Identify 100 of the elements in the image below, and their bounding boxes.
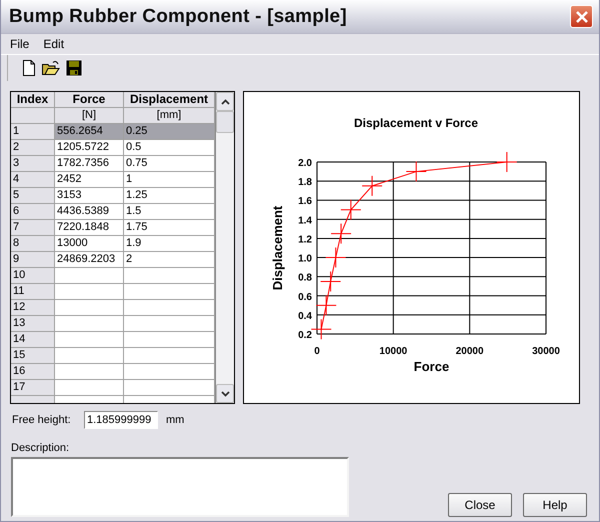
x-tick-label: 0 [314,346,320,357]
data-point [316,294,337,316]
table-cell[interactable]: 0.25 [124,124,215,140]
row-index: 1 [11,124,55,140]
data-point [320,270,342,292]
table-cell[interactable] [124,268,215,284]
row-index: 4 [11,172,55,188]
row-index: 5 [11,188,55,204]
table-cell[interactable] [124,284,215,300]
unit-cell: [N] [55,108,124,124]
table-cell[interactable] [55,300,124,316]
window-title: Bump Rubber Component - [sample] [9,6,347,28]
row-index: 11 [11,284,55,300]
close-icon[interactable] [570,5,593,28]
x-tick-label: 10000 [379,346,408,357]
y-tick-label: 0.8 [298,272,312,284]
data-point [362,175,383,196]
table-cell[interactable]: 1.9 [124,236,215,252]
table-cell[interactable]: 0.75 [124,156,215,172]
row-index: 17 [11,380,55,396]
row-index: 6 [11,204,55,220]
row-index: 13 [11,316,55,332]
open-folder-icon[interactable] [42,60,60,76]
y-tick-label: 1.2 [298,234,312,246]
row-index: 14 [11,332,55,348]
table-cell[interactable] [124,316,215,332]
column-header[interactable]: Index [11,92,55,108]
table-cell[interactable]: 2452 [55,172,124,188]
table-cell[interactable] [55,348,124,364]
table-cell[interactable] [55,332,124,348]
y-tick-label: 1.0 [298,254,312,265]
table-cell[interactable] [124,332,215,348]
table-cell[interactable] [55,284,124,300]
row-index: 8 [11,236,55,252]
x-tick-label: 30000 [532,346,560,357]
data-point [406,161,427,182]
y-tick-label: 1.4 [298,215,312,226]
table-cell[interactable] [124,300,215,316]
table-cell[interactable]: 1782.7356 [55,156,124,172]
field-label: Free height: [12,414,72,426]
table-cell[interactable]: 1.75 [124,220,215,236]
table-cell[interactable]: 1.5 [124,204,215,220]
table-cell[interactable] [55,380,124,396]
table-cell[interactable]: 556.2654 [55,124,124,140]
table-cell[interactable] [55,268,124,284]
free-height-field[interactable]: 1.185999999 [84,411,158,429]
save-icon[interactable] [66,60,82,76]
unit-label: mm [166,414,184,426]
y-tick-label: 1.6 [298,196,312,208]
row-index: 16 [11,364,55,380]
scroll-down-icon[interactable] [216,384,234,403]
row-index: 9 [11,252,55,268]
dialog-button[interactable]: Close [448,493,512,517]
description-field[interactable] [11,457,349,517]
chart-title: Displacement v Force [354,116,478,130]
vertical-scrollbar[interactable] [215,92,234,403]
row-index: 3 [11,156,55,172]
y-tick-label: 0.4 [298,310,312,322]
data-point [330,223,352,244]
y-tick-label: 2.0 [298,158,312,169]
data-point [325,247,346,268]
table-cell[interactable]: 13000 [55,236,124,252]
data-point [496,152,518,172]
table-cell[interactable]: 1.25 [124,188,215,204]
row-index: 12 [11,300,55,316]
y-tick-label: 0.6 [298,292,312,303]
row-index: 10 [11,268,55,284]
y-tick-label: 1.8 [298,177,312,188]
table-cell[interactable]: 0.5 [124,140,215,156]
row-index: 2 [11,140,55,156]
table-cell[interactable] [124,380,215,396]
table-cell[interactable]: 1205.5722 [55,140,124,156]
column-header[interactable]: Force [55,92,124,108]
table-cell[interactable]: 2 [124,252,215,268]
menu-item[interactable]: Edit [43,37,64,51]
y-axis-label: Displacement [270,206,285,290]
row-index: 7 [11,220,55,236]
table-cell[interactable] [124,364,215,380]
table-cell[interactable]: 3153 [55,188,124,204]
x-axis-label: Force [414,359,450,374]
x-tick-label: 20000 [456,346,484,357]
y-tick-label: 0.2 [298,330,312,341]
table-cell[interactable]: 24869.2203 [55,252,124,268]
table-cell[interactable] [55,364,124,380]
column-header[interactable]: Displacement [124,92,215,108]
field-label: Description: [11,442,70,454]
unit-cell: [mm] [124,108,215,124]
scroll-thumb[interactable] [216,111,234,133]
table-cell[interactable]: 7220.1848 [55,220,124,236]
new-document-icon[interactable] [22,60,36,76]
data-point [340,199,362,220]
dialog-button[interactable]: Help [523,493,587,517]
scroll-up-icon[interactable] [216,92,234,111]
table-cell[interactable]: 1 [124,172,215,188]
table-cell[interactable]: 4436.5389 [55,204,124,220]
menu-item[interactable]: File [10,37,30,51]
table-cell[interactable] [124,348,215,364]
data-point [310,318,332,340]
row-index: 15 [11,348,55,364]
table-cell[interactable] [55,316,124,332]
